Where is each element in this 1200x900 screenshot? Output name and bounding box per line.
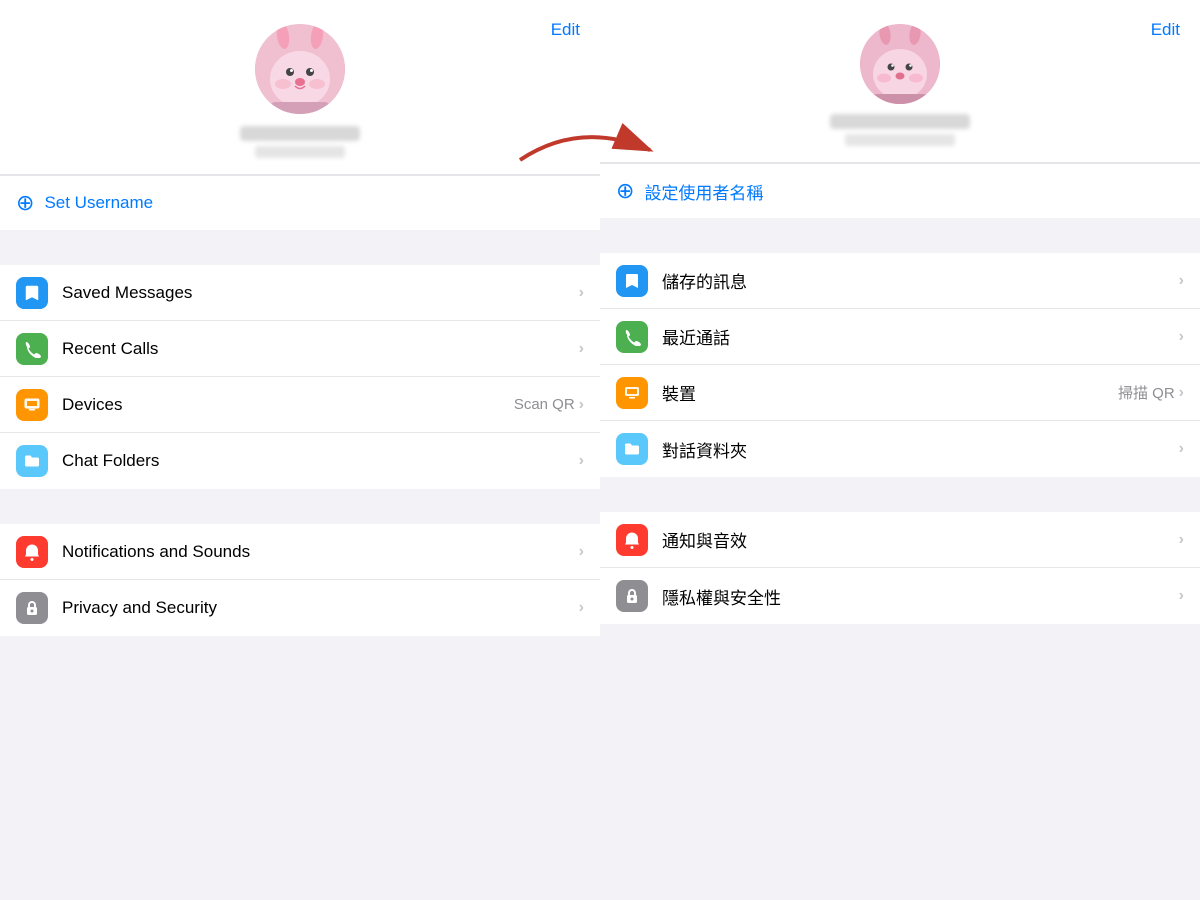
left-saved-messages-item[interactable]: Saved Messages › [0,265,600,321]
left-notifications-item[interactable]: Notifications and Sounds › [0,524,600,580]
chat-folders-icon [16,445,48,477]
right-menu-section-2: 通知與音效 › 隱私權與安全性 › [600,512,1200,624]
right-recent-calls-chevron: › [1179,328,1184,346]
left-panel: Edit [0,0,600,900]
right-notifications-item[interactable]: 通知與音效 › [600,512,1200,568]
right-recent-calls-icon [616,321,648,353]
chat-folders-chevron: › [579,452,584,470]
saved-messages-label: Saved Messages [62,283,579,303]
right-chat-folders-label: 對話資料夾 [662,437,1179,462]
right-recent-calls-item[interactable]: 最近通話 › [600,309,1200,365]
left-menu-section-1: Saved Messages › Recent Calls › [0,265,600,489]
right-edit-button[interactable]: Edit [1151,20,1180,40]
right-recent-calls-label: 最近通話 [662,324,1179,349]
right-privacy-chevron: › [1179,587,1184,605]
notifications-label: Notifications and Sounds [62,542,579,562]
privacy-icon [16,592,48,624]
set-username-icon: ⊕ [16,190,34,216]
saved-messages-icon [16,277,48,309]
right-devices-chevron: › [1179,384,1184,402]
right-set-username-icon: ⊕ [616,178,634,204]
left-avatar [255,24,345,114]
left-set-username[interactable]: ⊕ Set Username [0,175,600,230]
devices-icon [16,389,48,421]
devices-label: Devices [62,395,514,415]
right-chat-folders-item[interactable]: 對話資料夾 › [600,421,1200,477]
recent-calls-chevron: › [579,340,584,358]
left-user-phone [255,146,345,158]
right-chat-folders-icon [616,433,648,465]
right-privacy-icon [616,580,648,612]
right-privacy-item[interactable]: 隱私權與安全性 › [600,568,1200,624]
right-profile-header: Edit [600,0,1200,162]
right-devices-extra: 掃描 QR [1118,382,1175,403]
left-profile-header: Edit [0,0,600,174]
right-set-username[interactable]: ⊕ 設定使用者名稱 [600,163,1200,218]
left-gap-1 [0,230,600,265]
left-gap-2 [0,489,600,524]
left-chat-folders-item[interactable]: Chat Folders › [0,433,600,489]
right-gap-2 [600,477,1200,512]
right-gap-1 [600,218,1200,253]
right-notifications-icon [616,524,648,556]
left-privacy-item[interactable]: Privacy and Security › [0,580,600,636]
recent-calls-label: Recent Calls [62,339,579,359]
right-devices-item[interactable]: 裝置 掃描 QR › [600,365,1200,421]
right-saved-messages-chevron: › [1179,272,1184,290]
left-set-username-label: Set Username [44,193,153,213]
devices-extra: Scan QR [514,396,575,413]
chat-folders-label: Chat Folders [62,451,579,471]
recent-calls-icon [16,333,48,365]
notifications-icon [16,536,48,568]
right-saved-messages-icon [616,265,648,297]
right-panel: Edit [600,0,1200,900]
right-menu-section-1: 儲存的訊息 › 最近通話 › [600,253,1200,477]
left-user-name [240,126,360,141]
right-chat-folders-chevron: › [1179,440,1184,458]
right-user-phone [845,134,955,146]
right-notifications-chevron: › [1179,531,1184,549]
privacy-label: Privacy and Security [62,598,579,618]
devices-chevron: › [579,396,584,414]
right-saved-messages-label: 儲存的訊息 [662,268,1179,293]
left-edit-button[interactable]: Edit [551,20,580,40]
right-saved-messages-item[interactable]: 儲存的訊息 › [600,253,1200,309]
left-recent-calls-item[interactable]: Recent Calls › [0,321,600,377]
right-devices-icon [616,377,648,409]
saved-messages-chevron: › [579,284,584,302]
right-avatar [860,24,940,104]
left-devices-item[interactable]: Devices Scan QR › [0,377,600,433]
notifications-chevron: › [579,543,584,561]
right-devices-label: 裝置 [662,380,1118,405]
privacy-chevron: › [579,599,584,617]
left-menu-section-2: Notifications and Sounds › Privacy and S… [0,524,600,636]
right-set-username-label: 設定使用者名稱 [644,179,763,204]
right-user-name [830,114,970,129]
right-notifications-label: 通知與音效 [662,527,1179,552]
right-privacy-label: 隱私權與安全性 [662,584,1179,609]
